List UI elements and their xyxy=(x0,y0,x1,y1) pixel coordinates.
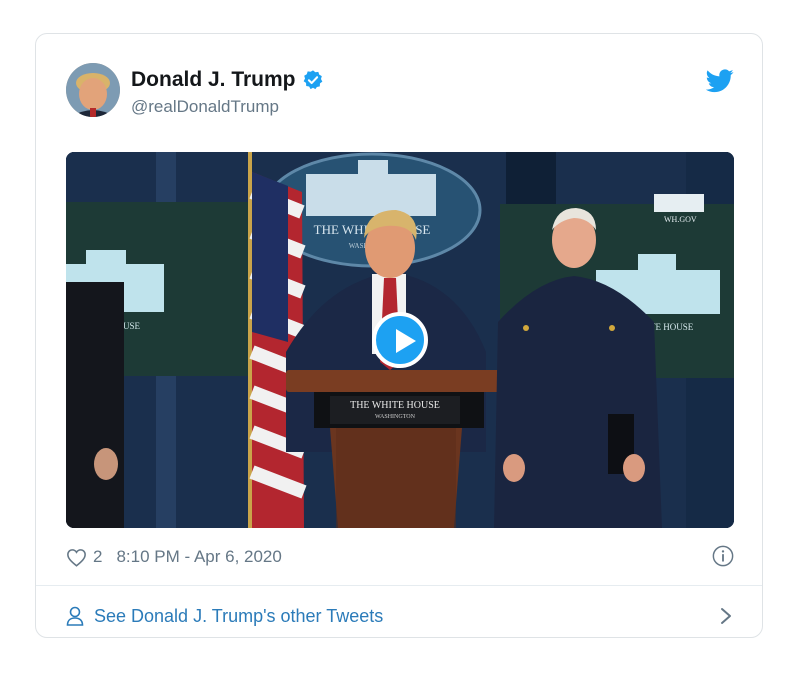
person-icon xyxy=(66,606,84,626)
avatar[interactable] xyxy=(66,63,120,117)
twitter-bird-icon[interactable] xyxy=(706,69,734,93)
tweet-header: Donald J. Trump @realDonaldTrump xyxy=(66,63,734,119)
right-panel-text: TE HOUSE xyxy=(650,322,694,332)
timestamp[interactable]: 8:10 PM - Apr 6, 2020 xyxy=(116,547,281,567)
play-icon xyxy=(396,329,416,353)
see-other-tweets-label: See Donald J. Trump's other Tweets xyxy=(94,605,384,626)
verified-badge-icon xyxy=(303,70,322,90)
podium-text-line1: THE WHITE HOUSE xyxy=(350,400,440,411)
author-handle[interactable]: @realDonaldTrump xyxy=(131,97,279,117)
tweet-card: Donald J. Trump @realDonaldTrump THE WHI… xyxy=(35,33,763,638)
tweet-meta: 2 8:10 PM - Apr 6, 2020 xyxy=(66,542,734,572)
see-other-tweets-link[interactable]: See Donald J. Trump's other Tweets xyxy=(66,601,734,631)
divider xyxy=(36,585,762,586)
chevron-right-icon xyxy=(721,608,731,624)
play-button[interactable] xyxy=(372,312,428,368)
author-row: Donald J. Trump xyxy=(131,68,324,92)
video-thumbnail[interactable]: THE WHITE HOUSE WASHINGTON HOUSE TE HOUS… xyxy=(66,152,734,528)
like-count: 2 xyxy=(93,547,103,566)
podium-text-line2: WASHINGTON xyxy=(375,414,416,420)
author-name[interactable]: Donald J. Trump xyxy=(131,68,296,92)
right-top-text: WH.GOV xyxy=(664,215,697,224)
info-icon[interactable] xyxy=(712,545,734,567)
heart-icon[interactable] xyxy=(66,548,87,567)
